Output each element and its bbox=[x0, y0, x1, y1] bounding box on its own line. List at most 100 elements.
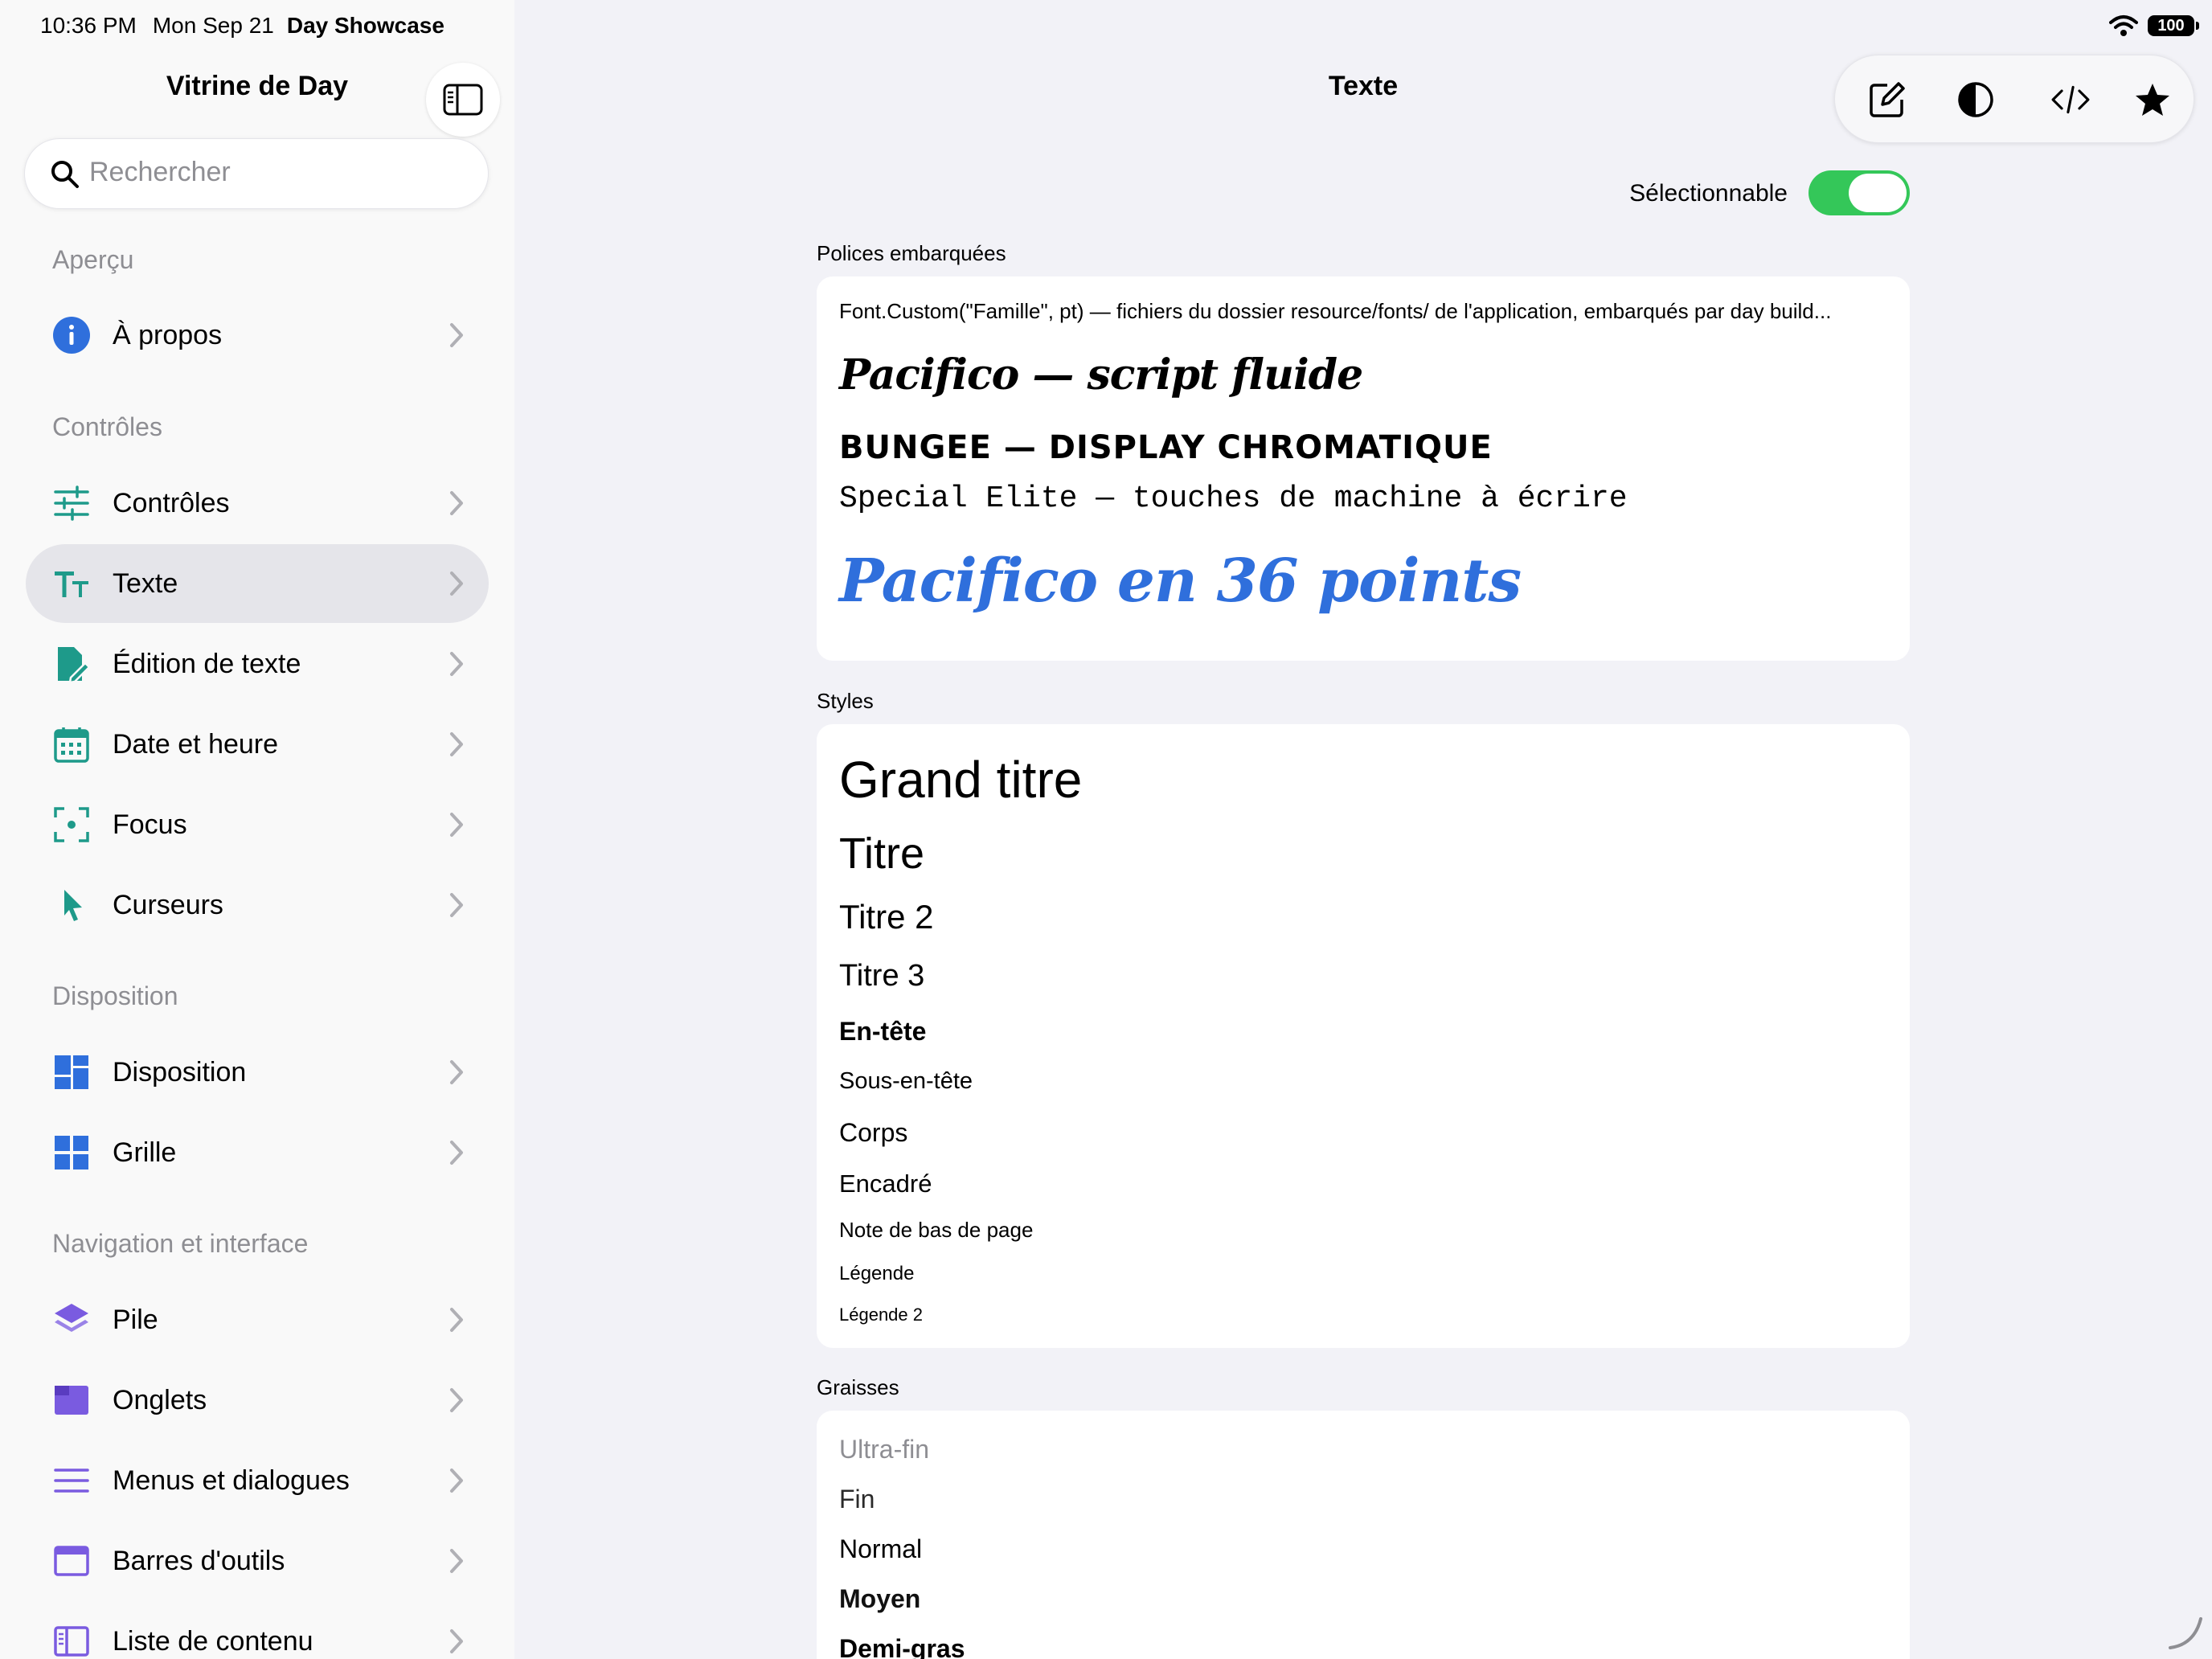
weight-regular: Normal bbox=[839, 1534, 923, 1563]
compose-button[interactable] bbox=[1867, 80, 1907, 120]
search-icon bbox=[51, 161, 79, 188]
resize-corner-icon bbox=[2169, 1617, 2202, 1649]
section-header-weights: Graisses bbox=[817, 1375, 899, 1399]
weight-ultralight: Ultra-fin bbox=[839, 1435, 930, 1464]
sidebar-item-pile[interactable]: Pile bbox=[26, 1280, 489, 1359]
stack-icon bbox=[55, 1304, 88, 1332]
selectable-label: Sélectionnable bbox=[1629, 180, 1788, 207]
sidebar-item-disposition[interactable]: Disposition bbox=[26, 1033, 489, 1112]
weight-thin: Fin bbox=[839, 1485, 875, 1514]
weights-card: Ultra-fin Fin Normal Moyen Demi-gras bbox=[817, 1411, 1910, 1659]
chevron-right-icon bbox=[450, 1060, 463, 1084]
toolbar bbox=[1834, 55, 2194, 143]
search-placeholder: Rechercher bbox=[89, 157, 231, 187]
section-header-disposition: Disposition bbox=[52, 981, 178, 1010]
chevron-right-icon bbox=[450, 652, 463, 676]
sidebar-item-label: Édition de texte bbox=[113, 649, 301, 679]
style-footnote: Note de bas de page bbox=[839, 1218, 1034, 1242]
battery-level: 100 bbox=[2157, 16, 2185, 35]
sidebar-item-date-et-heure[interactable]: Date et heure bbox=[26, 705, 489, 784]
toolbar-icon bbox=[54, 1546, 89, 1576]
sidebar-list-icon bbox=[54, 1626, 89, 1657]
star-icon bbox=[2136, 84, 2169, 116]
sidebar-item-edition-de-texte[interactable]: Édition de texte bbox=[26, 625, 489, 703]
sidebar-item-label: À propos bbox=[113, 320, 223, 350]
sidebar: 10:36 PM Mon Sep 21 Day Showcase Vitrine d… bbox=[0, 0, 514, 1659]
sliders-icon bbox=[54, 485, 89, 521]
chevron-right-icon bbox=[450, 491, 463, 515]
weight-semibold: Demi-gras bbox=[839, 1634, 965, 1659]
sidebar-item-onglets[interactable]: Onglets bbox=[26, 1361, 489, 1440]
info-icon bbox=[53, 317, 90, 354]
special-elite-sample: Special Elite — touches de machine à écr… bbox=[839, 481, 1628, 516]
chevron-right-icon bbox=[450, 732, 463, 756]
status-date: Mon Sep 21 bbox=[152, 13, 274, 38]
sidebar-item-label: Curseurs bbox=[113, 890, 223, 920]
selectable-toggle[interactable] bbox=[1809, 170, 1910, 215]
battery-icon: 100 bbox=[2148, 15, 2199, 36]
sidebar-item-label: Barres d'outils bbox=[113, 1546, 285, 1576]
sidebar-item-a-propos[interactable]: À propos bbox=[26, 296, 489, 375]
toggle-knob bbox=[1849, 174, 1907, 212]
chevron-right-icon bbox=[450, 571, 463, 596]
status-time: 10:36 PM bbox=[40, 13, 137, 38]
section-header-styles: Styles bbox=[817, 689, 874, 713]
style-large-title: Grand titre bbox=[839, 751, 1083, 809]
cursor-icon bbox=[64, 890, 82, 921]
code-icon bbox=[2051, 85, 2090, 114]
embedded-fonts-card: Font.Custom("Famille", pt) — fichiers du… bbox=[817, 276, 1910, 661]
section-header-controles: Contrôles bbox=[52, 412, 162, 441]
menu-icon bbox=[54, 1469, 89, 1493]
chevron-right-icon bbox=[450, 1308, 463, 1332]
status-app-name: Day Showcase bbox=[286, 13, 444, 38]
sidebar-item-label: Focus bbox=[113, 809, 187, 840]
sidebar-item-label: Menus et dialogues bbox=[113, 1465, 350, 1496]
style-callout: Encadré bbox=[839, 1169, 932, 1198]
status-bar-left: 10:36 PM Mon Sep 21 Day Showcase bbox=[40, 13, 444, 39]
search-field[interactable]: Rechercher bbox=[24, 138, 489, 209]
chevron-right-icon bbox=[450, 1141, 463, 1165]
style-title: Titre bbox=[839, 830, 924, 878]
code-button[interactable] bbox=[2050, 80, 2091, 120]
style-title-2: Titre 2 bbox=[839, 898, 934, 936]
style-headline: En-tête bbox=[839, 1017, 927, 1046]
sidebar-item-liste-de-contenu[interactable]: Liste de contenu bbox=[26, 1602, 489, 1659]
tabs-icon bbox=[55, 1386, 88, 1415]
text-size-icon bbox=[55, 571, 88, 597]
style-subheadline: Sous-en-tête bbox=[839, 1068, 973, 1094]
chevron-right-icon bbox=[450, 1388, 463, 1412]
status-bar-right: 100 bbox=[2109, 14, 2199, 37]
main-content: 100 Texte Sélectionnable Polices embarqu… bbox=[514, 0, 2212, 1659]
sidebar-item-label: Texte bbox=[113, 568, 178, 599]
sidebar-item-focus[interactable]: Focus bbox=[26, 785, 489, 864]
sidebar-item-label: Disposition bbox=[113, 1057, 247, 1088]
chevron-right-icon bbox=[450, 1629, 463, 1653]
appearance-button[interactable] bbox=[1956, 80, 1996, 120]
chevron-right-icon bbox=[450, 1469, 463, 1493]
style-body: Corps bbox=[839, 1118, 908, 1147]
styles-card: Grand titre Titre Titre 2 Titre 3 En-têt… bbox=[817, 724, 1910, 1348]
contrast-icon bbox=[1958, 82, 1993, 117]
sidebar-item-label: Onglets bbox=[113, 1385, 207, 1415]
sidebar-item-controles[interactable]: Contrôles bbox=[26, 464, 489, 543]
sidebar-item-barres-d-outils[interactable]: Barres d'outils bbox=[26, 1522, 489, 1600]
sidebar-item-menus-et-dialogues[interactable]: Menus et dialogues bbox=[26, 1441, 489, 1520]
sidebar-item-label: Liste de contenu bbox=[113, 1626, 313, 1657]
wifi-icon bbox=[2109, 15, 2138, 36]
sidebar-item-grille[interactable]: Grille bbox=[26, 1113, 489, 1192]
sidebar-item-texte[interactable]: Texte bbox=[26, 544, 489, 623]
chevron-right-icon bbox=[450, 323, 463, 347]
sidebar-item-curseurs[interactable]: Curseurs bbox=[26, 866, 489, 944]
sidebar-toggle-icon bbox=[443, 84, 483, 116]
favorite-button[interactable] bbox=[2132, 80, 2173, 120]
weight-medium: Moyen bbox=[839, 1584, 921, 1613]
font-custom-description: Font.Custom("Famille", pt) — fichiers du… bbox=[839, 299, 1832, 323]
section-header-apercu: Aperçu bbox=[52, 245, 134, 274]
pacifico-36-sample: Pacifico en 36 points bbox=[839, 547, 1522, 616]
chevron-right-icon bbox=[450, 813, 463, 837]
sidebar-toggle-button[interactable] bbox=[426, 63, 500, 137]
calendar-icon bbox=[54, 727, 89, 763]
chevron-right-icon bbox=[450, 1549, 463, 1573]
chevron-right-icon bbox=[450, 893, 463, 917]
sidebar-item-label: Date et heure bbox=[113, 729, 279, 760]
